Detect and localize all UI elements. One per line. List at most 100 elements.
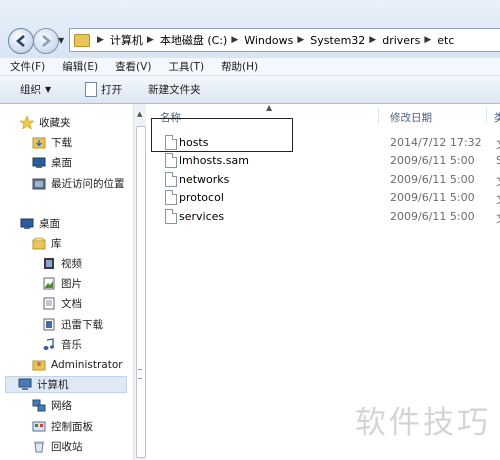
address-breadcrumb[interactable]: ▶ 计算机 ▶ 本地磁盘 (C:) ▶ Windows ▶ System32 ▶… bbox=[69, 28, 500, 52]
chevron-right-icon[interactable]: ▶ bbox=[97, 35, 104, 45]
column-type[interactable]: 类 bbox=[494, 110, 500, 125]
back-button[interactable] bbox=[8, 28, 34, 54]
file-row-protocol[interactable]: protocol 2009/6/11 5:00 文 bbox=[146, 189, 500, 207]
column-divider[interactable] bbox=[378, 107, 379, 123]
chevron-right-icon[interactable]: ▶ bbox=[231, 35, 238, 45]
file-icon bbox=[165, 172, 177, 187]
watermark-text: 软件技巧 bbox=[355, 405, 491, 441]
nav-recycle-bin[interactable]: 回收站 bbox=[32, 439, 83, 454]
crumb-windows[interactable]: Windows bbox=[244, 34, 293, 47]
file-row-services[interactable]: services 2009/6/11 5:00 文 bbox=[146, 208, 500, 226]
address-bar-area: ▼ ▶ 计算机 ▶ 本地磁盘 (C:) ▶ Windows ▶ System32… bbox=[0, 0, 500, 59]
file-date: 2014/7/12 17:32 bbox=[390, 136, 482, 149]
download-folder-icon bbox=[42, 318, 56, 331]
back-arrow-icon bbox=[16, 35, 25, 47]
crumb-drivers[interactable]: drivers bbox=[382, 34, 420, 47]
file-icon bbox=[165, 190, 177, 205]
desktop-icon bbox=[20, 217, 34, 230]
file-date: 2009/6/11 5:00 bbox=[390, 154, 475, 167]
library-icon bbox=[32, 237, 46, 250]
file-row-lmhosts[interactable]: lmhosts.sam 2009/6/11 5:00 S bbox=[146, 152, 500, 170]
column-date-modified[interactable]: 修改日期 bbox=[390, 110, 432, 125]
nav-label: 最近访问的位置 bbox=[51, 178, 125, 190]
open-label: 打开 bbox=[101, 84, 123, 96]
nav-label: 收藏夹 bbox=[39, 117, 71, 129]
menu-view[interactable]: 查看(V) bbox=[108, 59, 158, 74]
menu-edit[interactable]: 编辑(E) bbox=[55, 59, 105, 74]
menu-tools[interactable]: 工具(T) bbox=[161, 59, 211, 74]
file-type: 文 bbox=[496, 191, 500, 207]
crumb-system32[interactable]: System32 bbox=[310, 34, 365, 47]
control-panel-icon bbox=[32, 420, 46, 433]
menu-help[interactable]: 帮助(H) bbox=[214, 59, 265, 74]
network-icon bbox=[32, 399, 46, 412]
music-icon bbox=[42, 338, 56, 351]
file-name: protocol bbox=[179, 191, 224, 204]
column-divider[interactable] bbox=[486, 107, 487, 123]
crumb-local-disk[interactable]: 本地磁盘 (C:) bbox=[160, 32, 227, 48]
scroll-thumb[interactable] bbox=[136, 126, 146, 458]
scroll-grip-icon bbox=[138, 369, 142, 379]
nav-label: 音乐 bbox=[61, 339, 82, 351]
nav-videos[interactable]: 视频 bbox=[42, 256, 82, 271]
nav-desktop[interactable]: 桌面 bbox=[20, 216, 60, 231]
file-icon bbox=[165, 153, 177, 168]
nav-recent[interactable]: 最近访问的位置 bbox=[32, 176, 125, 191]
nav-favorites[interactable]: 收藏夹 bbox=[19, 115, 71, 130]
chevron-right-icon[interactable]: ▶ bbox=[424, 35, 431, 45]
file-date: 2009/6/11 5:00 bbox=[390, 173, 475, 186]
command-toolbar: 组织 ▼ 打开 新建文件夹 bbox=[0, 76, 500, 104]
nav-documents[interactable]: 文档 bbox=[42, 296, 82, 311]
new-folder-label: 新建文件夹 bbox=[148, 84, 201, 96]
nav-desktop-fav[interactable]: 桌面 bbox=[32, 155, 72, 170]
nav-label: 网络 bbox=[51, 400, 72, 412]
file-name: services bbox=[179, 210, 225, 223]
nav-pane-scrollbar[interactable]: ▲ bbox=[133, 104, 146, 460]
video-icon bbox=[42, 257, 56, 270]
nav-music[interactable]: 音乐 bbox=[42, 337, 82, 352]
nav-label: 计算机 bbox=[37, 379, 69, 391]
menu-bar: 文件(F) 编辑(E) 查看(V) 工具(T) 帮助(H) bbox=[0, 58, 500, 76]
chevron-right-icon[interactable]: ▶ bbox=[147, 35, 154, 45]
open-button[interactable]: 打开 bbox=[77, 82, 130, 97]
chevron-right-icon[interactable]: ▶ bbox=[369, 35, 376, 45]
nav-label: 文档 bbox=[61, 298, 82, 310]
document-icon bbox=[42, 297, 56, 310]
organize-button[interactable]: 组织 ▼ bbox=[12, 82, 59, 97]
file-type: 文 bbox=[496, 173, 500, 189]
scroll-up-icon[interactable]: ▲ bbox=[137, 110, 142, 118]
nav-pictures[interactable]: 图片 bbox=[42, 276, 82, 291]
document-icon bbox=[85, 82, 98, 97]
menu-file[interactable]: 文件(F) bbox=[3, 59, 52, 74]
nav-administrator[interactable]: Administrator bbox=[32, 358, 123, 371]
nav-xunlei[interactable]: 迅雷下载 bbox=[42, 317, 103, 332]
nav-network[interactable]: 网络 bbox=[32, 398, 72, 413]
chevron-right-icon[interactable]: ▶ bbox=[297, 35, 304, 45]
forward-arrow-icon bbox=[42, 35, 51, 47]
picture-icon bbox=[42, 277, 56, 290]
nav-label: 桌面 bbox=[51, 157, 72, 169]
new-folder-button[interactable]: 新建文件夹 bbox=[140, 82, 209, 97]
recycle-bin-icon bbox=[32, 440, 46, 453]
file-name: lmhosts.sam bbox=[179, 154, 249, 167]
nav-downloads[interactable]: 下载 bbox=[32, 135, 72, 150]
forward-button[interactable] bbox=[33, 28, 59, 54]
star-icon bbox=[19, 115, 35, 130]
organize-label: 组织 bbox=[20, 84, 41, 96]
recent-pages-dropdown[interactable]: ▼ bbox=[58, 36, 64, 45]
nav-control-panel[interactable]: 控制面板 bbox=[32, 419, 93, 434]
nav-label: 图片 bbox=[61, 278, 82, 290]
nav-label: 控制面板 bbox=[51, 421, 93, 433]
file-icon bbox=[165, 209, 177, 224]
sort-ascending-icon: ▲ bbox=[266, 103, 273, 112]
file-row-networks[interactable]: networks 2009/6/11 5:00 文 bbox=[146, 171, 500, 189]
crumb-computer[interactable]: 计算机 bbox=[110, 32, 143, 48]
file-type: 文 bbox=[496, 210, 500, 226]
crumb-etc[interactable]: etc bbox=[437, 34, 454, 47]
file-name: networks bbox=[179, 173, 230, 186]
download-folder-icon bbox=[32, 136, 46, 149]
navigation-pane: 收藏夹 下载 桌面 最近访问的位置 桌面 库 视频 图片 文档 迅雷下载 音乐 bbox=[0, 104, 133, 460]
recent-places-icon bbox=[32, 177, 46, 190]
nav-libraries[interactable]: 库 bbox=[32, 236, 62, 251]
nav-computer[interactable]: 计算机 bbox=[5, 376, 127, 393]
